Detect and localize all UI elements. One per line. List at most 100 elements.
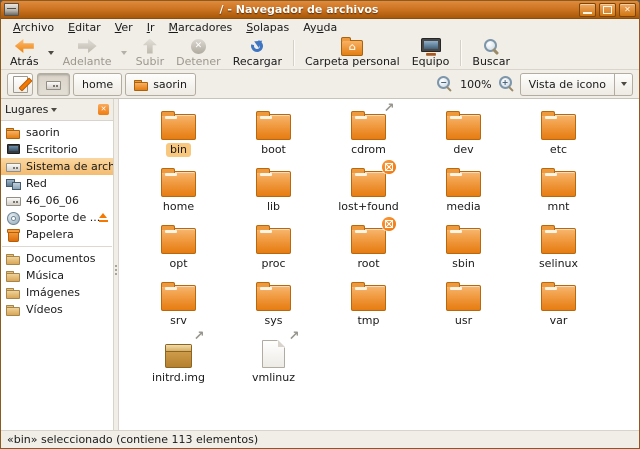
sidebar-resize-handle[interactable] <box>113 99 119 430</box>
menu-ir[interactable]: Ir <box>140 20 162 35</box>
window-icon <box>4 3 19 16</box>
package-icon <box>165 344 192 368</box>
sidebar-close-button[interactable] <box>98 104 109 115</box>
file-item-vmlinuz[interactable]: ↗vmlinuz <box>226 339 321 395</box>
menu-ver[interactable]: Ver <box>108 20 140 35</box>
home-button[interactable]: Carpeta personal <box>299 37 406 69</box>
search-label: Buscar <box>472 56 510 68</box>
file-browser-window: / - Navegador de archivos ArchivoEditarV… <box>0 0 640 449</box>
sidebar-item-red[interactable]: Red <box>1 175 113 192</box>
menubar: ArchivoEditarVerIrMarcadoresSolapasAyuda <box>1 19 639 36</box>
titlebar[interactable]: / - Navegador de archivos <box>1 1 639 19</box>
window-title: / - Navegador de archivos <box>23 3 575 16</box>
edit-location-button[interactable] <box>7 73 33 96</box>
sidebar-item-46-06-06[interactable]: 46_06_06 <box>1 192 113 209</box>
file-item-dev[interactable]: dev <box>416 111 511 167</box>
menu-marcadores[interactable]: Marcadores <box>161 20 239 35</box>
zoom-in-icon: + <box>499 76 512 89</box>
file-item-boot[interactable]: boot <box>226 111 321 167</box>
file-label: proc <box>257 257 289 271</box>
sidebar-item-papelera[interactable]: Papelera <box>1 226 113 243</box>
file-label: bin <box>166 143 191 157</box>
forward-history-dropdown[interactable] <box>118 40 130 66</box>
file-item-sbin[interactable]: sbin <box>416 225 511 281</box>
file-label: vmlinuz <box>248 371 299 385</box>
file-item-home[interactable]: home <box>131 168 226 224</box>
file-item-root[interactable]: root <box>321 225 416 281</box>
file-label: lib <box>263 200 284 214</box>
file-label: srv <box>166 314 191 328</box>
disc-icon <box>6 210 21 225</box>
toolbar-separator <box>293 40 294 66</box>
view-mode-select[interactable]: Vista de icono <box>520 73 633 96</box>
menu-archivo[interactable]: Archivo <box>6 20 61 35</box>
folder-icon <box>256 171 291 197</box>
file-label: selinux <box>535 257 582 271</box>
file-item-lost-found[interactable]: lost+found <box>321 168 416 224</box>
sidebar-item-sistema-de-archi[interactable]: Sistema de archi... <box>1 158 113 175</box>
sidebar-item-escritorio[interactable]: Escritorio <box>1 141 113 158</box>
sidebar-item-label: Vídeos <box>26 303 63 316</box>
file-item-usr[interactable]: usr <box>416 282 511 338</box>
file-item-bin[interactable]: bin <box>131 111 226 167</box>
menu-solapas[interactable]: Solapas <box>239 20 296 35</box>
file-item-etc[interactable]: etc <box>511 111 606 167</box>
file-item-srv[interactable]: srv <box>131 282 226 338</box>
file-item-media[interactable]: media <box>416 168 511 224</box>
close-button[interactable] <box>619 3 636 17</box>
file-item-var[interactable]: var <box>511 282 606 338</box>
stop-label: Detener <box>176 56 221 68</box>
zoom-in-button[interactable]: + <box>498 75 516 93</box>
file-item-initrd-img[interactable]: ↗initrd.img <box>131 339 226 395</box>
up-button: Subir <box>130 37 171 69</box>
file-item-cdrom[interactable]: ↗cdrom <box>321 111 416 167</box>
breadcrumb-saorin[interactable]: saorin <box>125 73 196 96</box>
view-mode-label: Vista de icono <box>521 78 614 91</box>
sidebar-item-documentos[interactable]: Documentos <box>1 250 113 267</box>
breadcrumb-root[interactable] <box>37 73 70 96</box>
file-item-sys[interactable]: sys <box>226 282 321 338</box>
file-item-lib[interactable]: lib <box>226 168 321 224</box>
breadcrumb-home[interactable]: home <box>73 73 122 96</box>
icon-view[interactable]: bin boot↗cdromdevetc home lib lost+foundmedi… <box>119 99 639 430</box>
back-button[interactable]: Atrás <box>4 37 45 69</box>
home-folder-icon <box>341 40 363 56</box>
sidebar-item-soporte-de[interactable]: Soporte de ... <box>1 209 113 226</box>
sidebar-item-im-genes[interactable]: Imágenes <box>1 284 113 301</box>
forward-label: Adelante <box>63 56 112 68</box>
zoom-out-button[interactable]: − <box>436 75 454 93</box>
forward-button: Adelante <box>57 37 118 69</box>
minimize-button[interactable] <box>579 3 596 17</box>
file-item-selinux[interactable]: selinux <box>511 225 606 281</box>
sidebar-header-select[interactable]: Lugares <box>1 99 113 121</box>
maximize-button[interactable] <box>599 3 616 17</box>
file-label: sys <box>261 314 287 328</box>
file-label: sbin <box>448 257 479 271</box>
zoom-level: 100% <box>458 78 493 91</box>
sidebar-item-m-sica[interactable]: Música <box>1 267 113 284</box>
back-history-dropdown[interactable] <box>45 40 57 66</box>
file-item-proc[interactable]: proc <box>226 225 321 281</box>
file-item-mnt[interactable]: mnt <box>511 168 606 224</box>
search-button[interactable]: Buscar <box>466 37 516 69</box>
sidebar-item-label: Red <box>26 177 47 190</box>
computer-button[interactable]: Equipo <box>406 37 456 69</box>
sidebar-item-saorin[interactable]: saorin <box>1 124 113 141</box>
folder-icon <box>351 114 386 140</box>
file-item-opt[interactable]: opt <box>131 225 226 281</box>
computer-icon <box>421 38 441 52</box>
back-label: Atrás <box>10 56 39 68</box>
file-item-tmp[interactable]: tmp <box>321 282 416 338</box>
chevron-down-icon <box>615 82 632 86</box>
sidebar-item-v-deos[interactable]: Vídeos <box>1 301 113 318</box>
file-label: var <box>546 314 572 328</box>
file-label: mnt <box>544 200 574 214</box>
computer-label: Equipo <box>412 56 450 68</box>
reload-button[interactable]: Recargar <box>227 37 288 69</box>
menu-editar[interactable]: Editar <box>61 20 108 35</box>
sidebar-item-label: Documentos <box>26 252 95 265</box>
menu-ayuda[interactable]: Ayuda <box>296 20 344 35</box>
file-label: cdrom <box>347 143 390 157</box>
eject-icon[interactable] <box>98 213 109 222</box>
file-label: root <box>353 257 383 271</box>
